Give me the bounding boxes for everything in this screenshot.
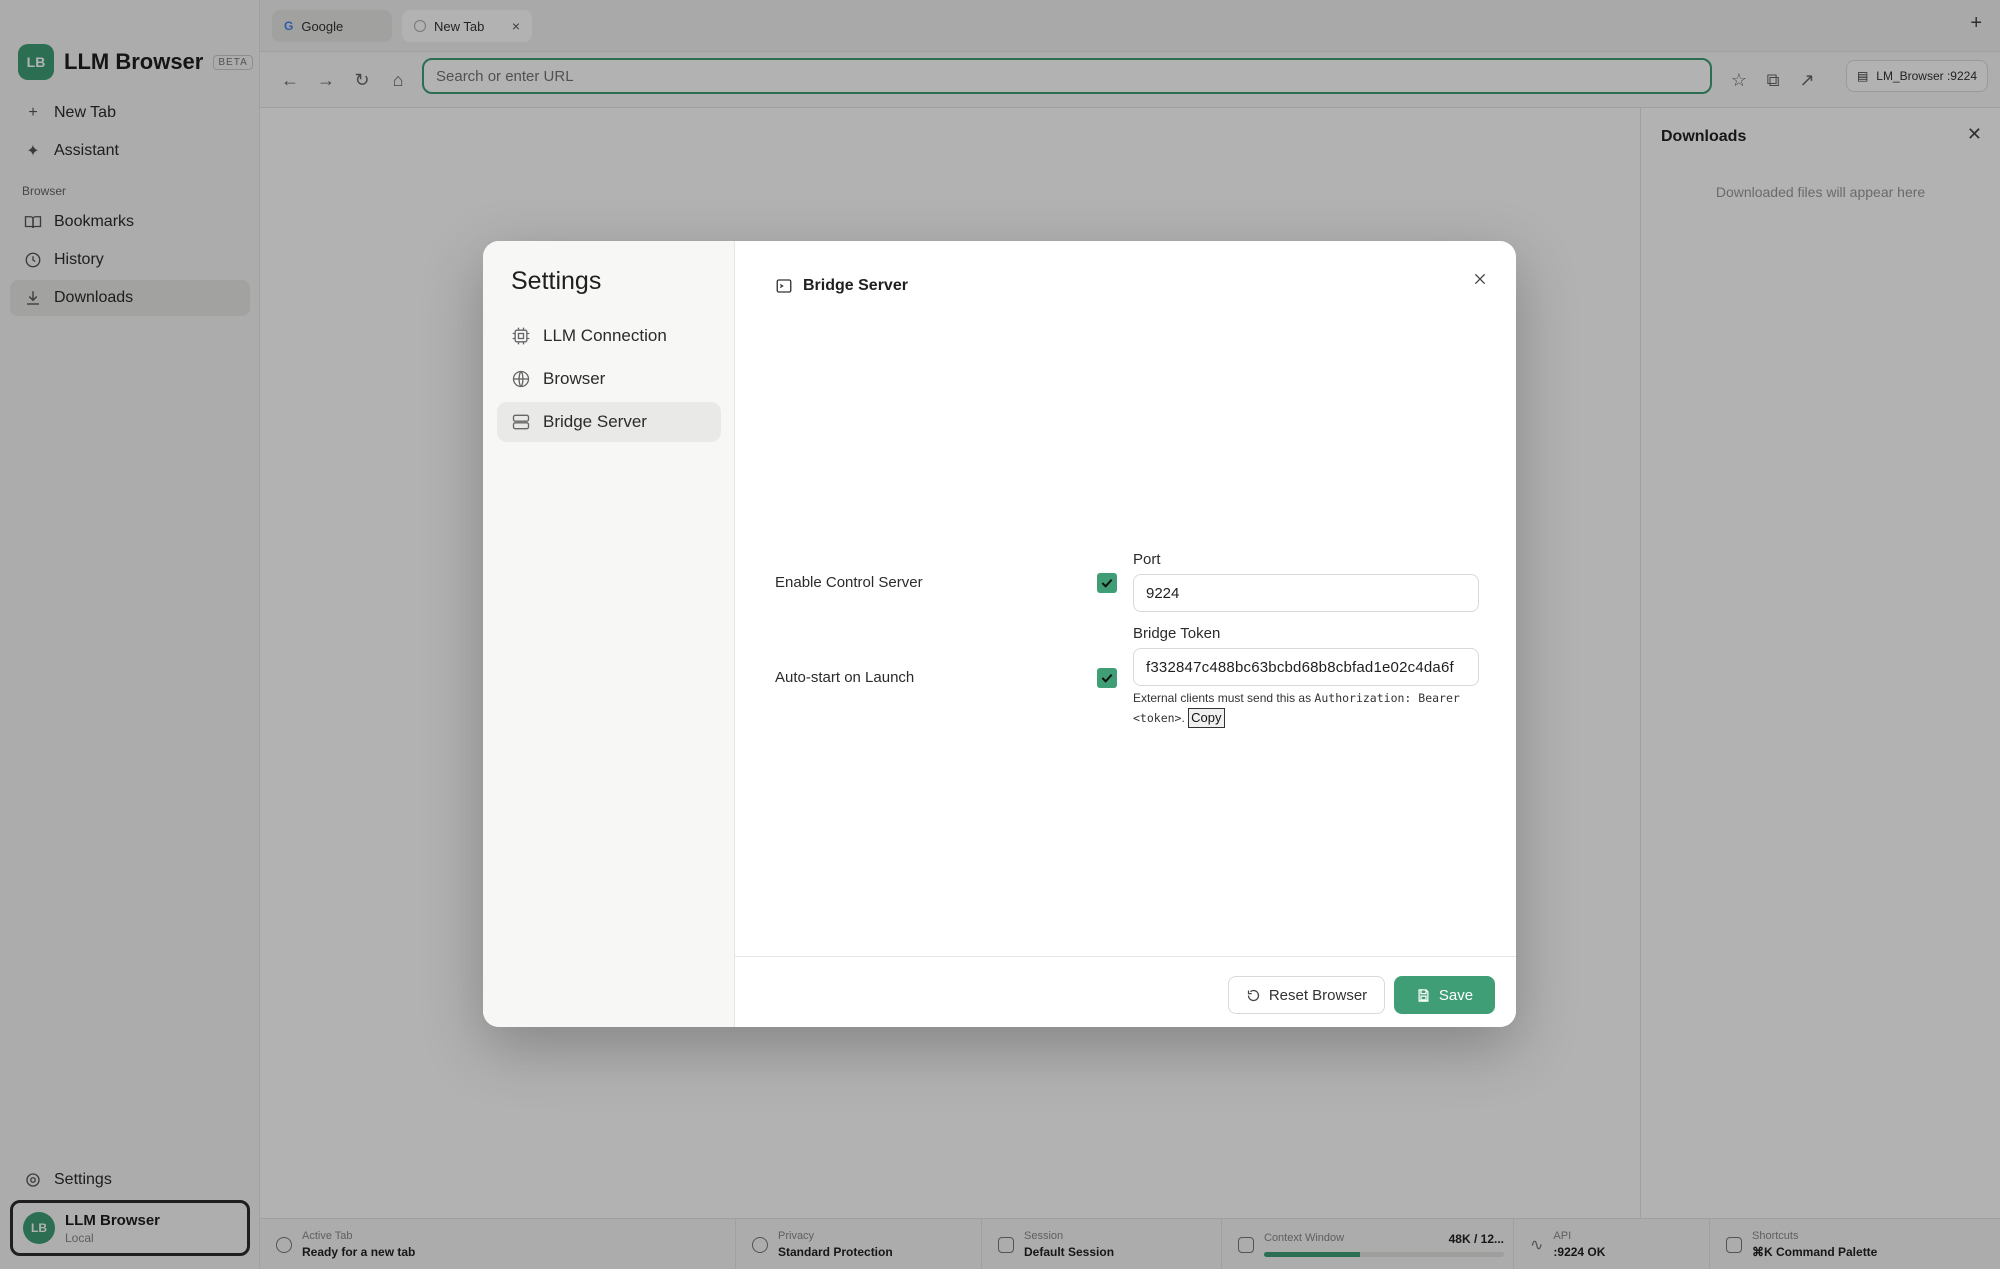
chip-icon — [512, 327, 530, 345]
server-icon — [512, 414, 530, 430]
help-prefix: External clients must send this as — [1133, 691, 1315, 705]
enable-control-server-checkbox[interactable] — [1097, 573, 1117, 593]
settings-nav-llm-connection[interactable]: LLM Connection — [497, 316, 721, 356]
settings-nav-label: Browser — [543, 369, 606, 388]
settings-nav-bridge-server[interactable]: Bridge Server — [497, 402, 721, 442]
settings-title: Settings — [511, 267, 602, 295]
settings-nav: Settings LLM Connection Browser Bridge S… — [483, 241, 735, 1027]
settings-dialog: Settings LLM Connection Browser Bridge S… — [483, 241, 1516, 1027]
close-dialog-button[interactable] — [1468, 267, 1492, 291]
token-help-text: External clients must send this as Autho… — [1133, 689, 1473, 728]
settings-nav-browser[interactable]: Browser — [497, 359, 721, 399]
settings-nav-label: Bridge Server — [543, 412, 647, 431]
settings-footer: Reset Browser Save — [735, 956, 1516, 1027]
enable-control-server-label: Enable Control Server — [775, 574, 923, 591]
settings-content: Bridge Server Enable Control Server Port… — [735, 241, 1516, 956]
save-icon — [1418, 988, 1429, 1002]
check-icon — [1101, 673, 1113, 683]
save-label: Save — [1438, 986, 1474, 1004]
reset-browser-label: Reset Browser — [1268, 986, 1368, 1004]
settings-nav-label: LLM Connection — [543, 326, 667, 345]
check-icon — [1101, 578, 1113, 588]
close-icon — [1474, 273, 1486, 285]
bridge-token-input[interactable] — [1133, 648, 1479, 686]
section-title: Bridge Server — [803, 277, 908, 294]
auto-start-label: Auto-start on Launch — [775, 669, 915, 686]
section-header: Bridge Server — [775, 277, 908, 295]
terminal-icon — [776, 279, 792, 293]
port-label: Port — [1133, 551, 1161, 568]
save-button[interactable]: Save — [1394, 976, 1495, 1014]
reset-browser-button[interactable]: Reset Browser — [1228, 976, 1385, 1014]
globe-icon — [512, 370, 530, 388]
auto-start-checkbox[interactable] — [1097, 668, 1117, 688]
copy-token-button[interactable]: Copy — [1188, 708, 1225, 728]
bridge-token-label: Bridge Token — [1133, 625, 1221, 642]
reset-icon — [1247, 989, 1259, 1001]
help-suffix: . — [1181, 711, 1185, 725]
port-input[interactable] — [1133, 574, 1479, 612]
